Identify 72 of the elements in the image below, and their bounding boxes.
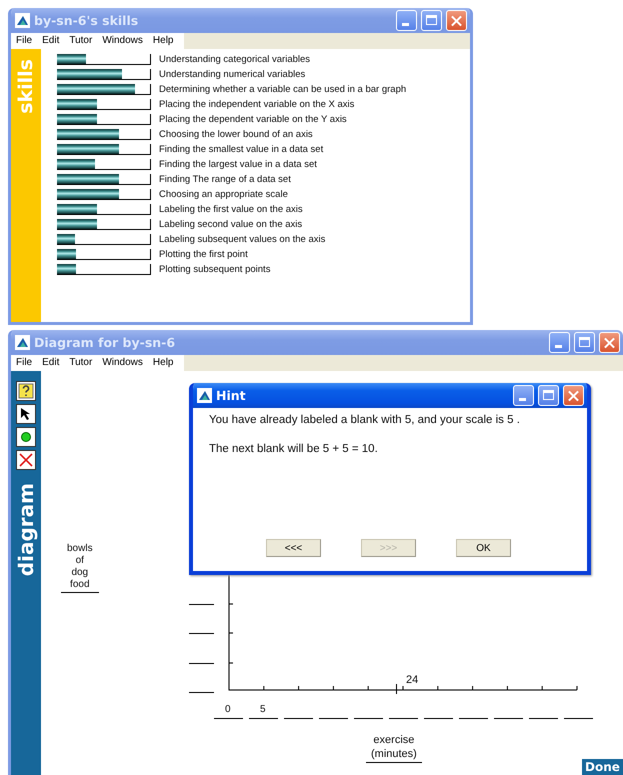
skill-name: Plotting subsequent points (159, 264, 270, 275)
skill-name: Finding the largest value in a data set (159, 159, 317, 170)
x-axis-blank[interactable] (389, 718, 418, 719)
menu-item[interactable]: File (11, 355, 38, 371)
y-axis-blank[interactable] (189, 604, 214, 605)
x-axis-value: 0 (225, 704, 231, 715)
close-button[interactable] (599, 332, 620, 353)
minimize-button[interactable] (513, 385, 534, 406)
ok-button[interactable]: OK (456, 539, 511, 557)
done-button[interactable]: Done (582, 759, 623, 775)
menu-item[interactable]: Help (148, 33, 178, 49)
skill-name: Placing the independent variable on the X axis (159, 99, 354, 110)
skill-name: Labeling second value on the axis (159, 219, 302, 230)
sidebar-label: diagram (14, 483, 38, 576)
app-icon (15, 13, 30, 28)
skill-name: Finding the smallest value in a data set (159, 144, 324, 155)
hint-message: The next blank will be 5 + 5 = 10. (209, 443, 379, 455)
menu-item[interactable]: Windows (97, 33, 148, 49)
skill-name: Understanding numerical variables (159, 69, 306, 80)
window-title: by-sn-6's skills (34, 13, 140, 28)
x-axis-label: exercise (minutes) (366, 733, 422, 763)
skill-name: Labeling the first value on the axis (159, 204, 303, 215)
app-icon (15, 335, 30, 350)
close-button[interactable] (446, 10, 467, 31)
close-button[interactable] (563, 385, 584, 406)
hint-message: You have already labeled a blank with 5, and your scale is 5 . (209, 414, 521, 426)
pointer-icon[interactable] (16, 404, 36, 424)
window-title: Diagram for by-sn-6 (34, 335, 176, 350)
x-axis-blank[interactable] (354, 718, 383, 719)
x-axis-blank[interactable] (494, 718, 523, 719)
skill-name: Labeling subsequent values on the axis (159, 234, 326, 245)
delete-icon[interactable] (16, 450, 36, 470)
menu-item[interactable]: Help (148, 355, 178, 371)
menu-item[interactable]: Tutor (64, 355, 98, 371)
x-axis-blank[interactable] (424, 718, 453, 719)
x-axis-value: 5 (260, 704, 266, 715)
x-axis-blank[interactable] (319, 718, 348, 719)
x-axis-blank[interactable] (529, 718, 558, 719)
skill-name: Choosing the lower bound of an axis (159, 129, 313, 140)
help-icon[interactable] (16, 381, 36, 401)
maximize-button[interactable] (538, 385, 559, 406)
x-axis-blank[interactable] (284, 718, 313, 719)
x-axis-blank[interactable] (249, 718, 278, 719)
app-icon (197, 388, 212, 403)
skill-name: Determining whether a variable can be used in a bar graph (159, 84, 406, 95)
menu-item[interactable]: Edit (37, 33, 64, 49)
y-axis-blank[interactable] (189, 692, 214, 693)
skill-name: Finding The range of a data set (159, 174, 291, 185)
x-axis-blank[interactable] (459, 718, 488, 719)
menu-item[interactable]: Tutor (64, 33, 98, 49)
skill-name: Choosing an appropriate scale (159, 189, 288, 200)
maximize-button[interactable] (574, 332, 595, 353)
y-axis-blank[interactable] (189, 663, 214, 664)
x-axis-blank[interactable] (214, 718, 243, 719)
menu-item[interactable]: Edit (37, 355, 64, 371)
minimize-button[interactable] (549, 332, 570, 353)
menu-item[interactable]: Windows (97, 355, 148, 371)
y-axis-label: bowls of dog food (61, 543, 99, 593)
skill-name: Plotting the first point (159, 249, 248, 260)
point-tool-icon[interactable] (16, 427, 36, 447)
menu-item[interactable]: File (11, 33, 38, 49)
sidebar-label: skills (15, 59, 37, 114)
x-axis-blank[interactable] (564, 718, 593, 719)
point-label: 24 (406, 674, 418, 686)
back-button[interactable]: <<< (266, 539, 321, 557)
skill-name: Placing the dependent variable on the Y axis (159, 114, 347, 125)
minimize-button[interactable] (396, 10, 417, 31)
skill-name: Understanding categorical variables (159, 54, 310, 65)
window-title: Hint (216, 388, 247, 403)
maximize-button[interactable] (421, 10, 442, 31)
point-marker (395, 684, 398, 694)
y-axis-blank[interactable] (189, 633, 214, 634)
